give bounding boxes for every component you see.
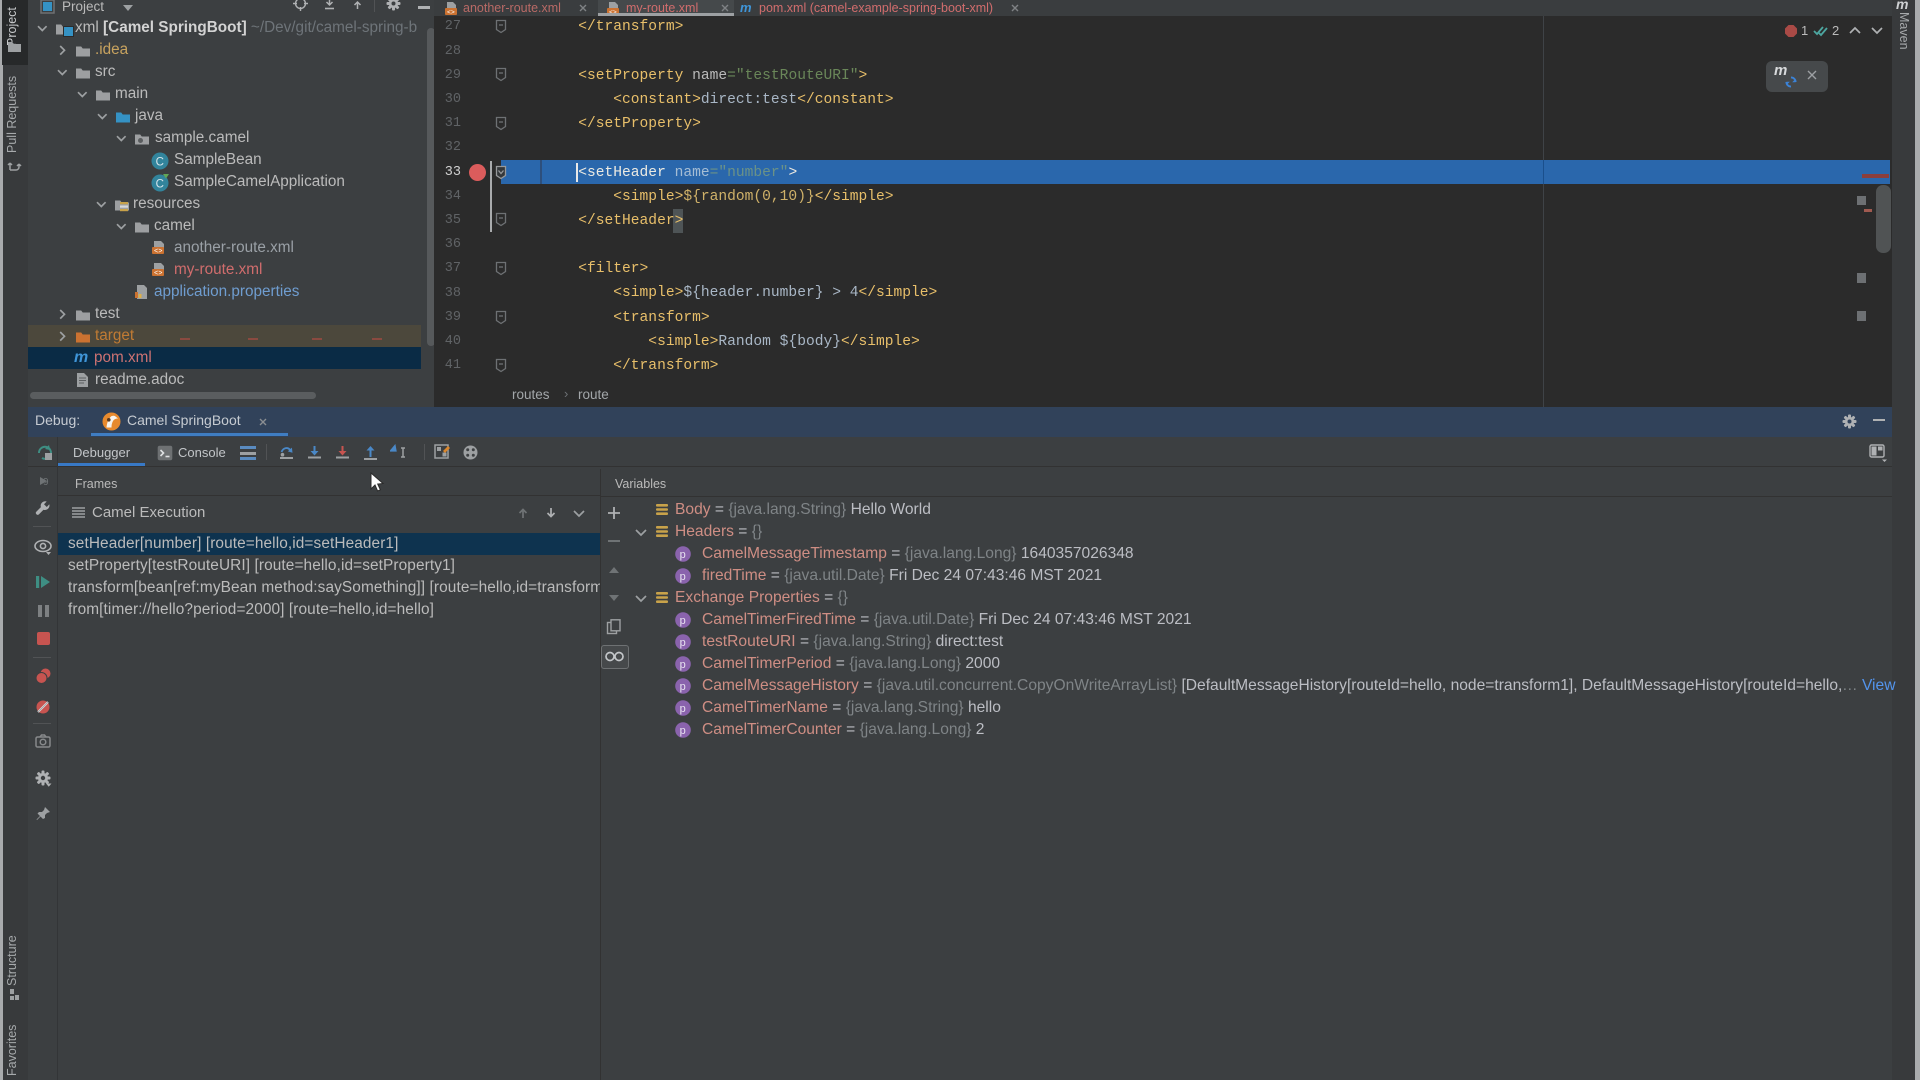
svg-text:9: 9 [43,477,49,488]
